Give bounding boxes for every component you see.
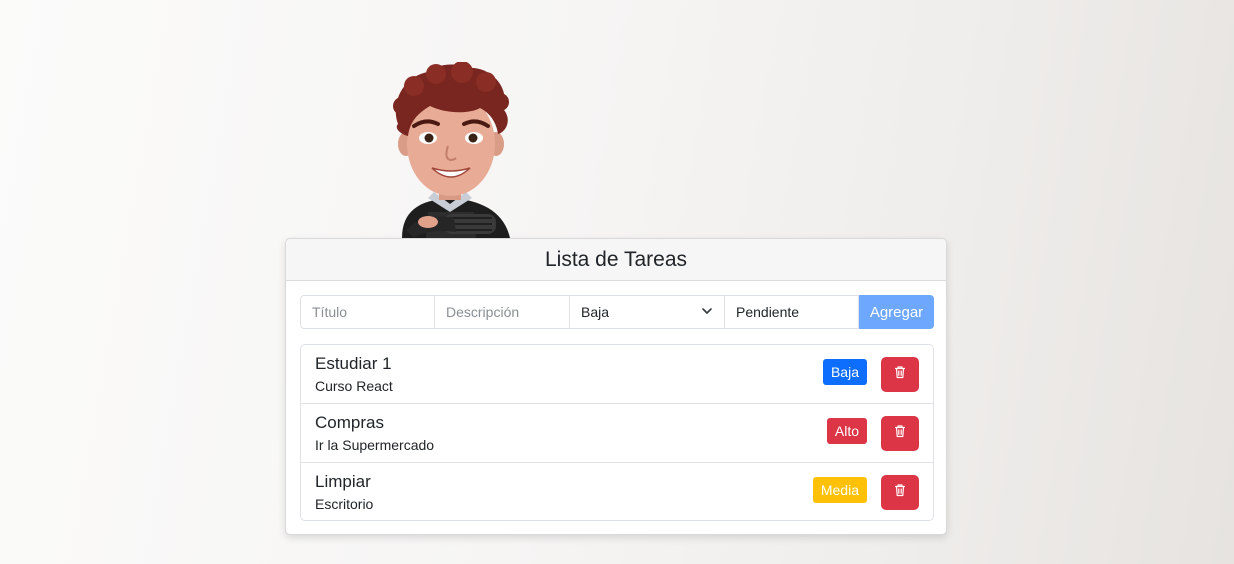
list-item: Compras Ir la Supermercado Alto bbox=[301, 404, 933, 463]
card-header: Lista de Tareas bbox=[286, 239, 946, 281]
task-form: Título Descripción Baja Pendiente Agrega… bbox=[300, 295, 934, 329]
descripcion-input[interactable]: Descripción bbox=[435, 295, 570, 329]
titulo-input[interactable]: Título bbox=[300, 295, 435, 329]
priority-badge: Media bbox=[812, 477, 867, 503]
delete-button[interactable] bbox=[881, 357, 919, 392]
prioridad-selected-value: Baja bbox=[581, 304, 610, 320]
prioridad-select[interactable]: Baja bbox=[570, 295, 725, 329]
list-item: Estudiar 1 Curso React Baja bbox=[301, 345, 933, 404]
task-card: Lista de Tareas Título Descripción Baja … bbox=[285, 238, 947, 535]
task-title: Estudiar 1 bbox=[315, 354, 392, 373]
task-description: Ir la Supermercado bbox=[315, 437, 435, 453]
avatar bbox=[384, 62, 518, 238]
task-description: Escritorio bbox=[315, 496, 374, 512]
delete-button[interactable] bbox=[881, 416, 919, 451]
trash-icon bbox=[893, 424, 907, 443]
trash-icon bbox=[893, 365, 907, 384]
chevron-down-icon bbox=[701, 304, 713, 320]
task-list: Estudiar 1 Curso React Baja Compras Ir l… bbox=[300, 344, 934, 521]
estado-value: Pendiente bbox=[736, 304, 800, 320]
add-button[interactable]: Agregar bbox=[859, 295, 934, 329]
task-title: Limpiar bbox=[315, 472, 371, 491]
estado-input[interactable]: Pendiente bbox=[725, 295, 859, 329]
priority-badge: Baja bbox=[822, 359, 867, 385]
titulo-placeholder: Título bbox=[312, 304, 348, 320]
list-item: Limpiar Escritorio Media bbox=[301, 463, 933, 522]
page-title: Lista de Tareas bbox=[544, 247, 688, 271]
priority-badge: Alto bbox=[826, 418, 867, 444]
task-title: Compras bbox=[315, 413, 384, 432]
trash-icon bbox=[893, 483, 907, 502]
delete-button[interactable] bbox=[881, 475, 919, 510]
task-description: Curso React bbox=[315, 378, 393, 394]
descripcion-placeholder: Descripción bbox=[446, 304, 520, 320]
